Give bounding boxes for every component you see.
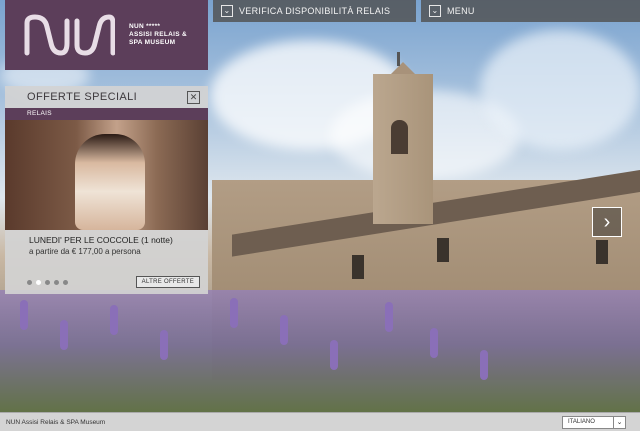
lavender-bloom	[60, 320, 68, 350]
slide-dot[interactable]	[45, 279, 50, 285]
more-offers-button[interactable]: ALTRE OFFERTE	[135, 276, 200, 288]
footer-text: NUN Assisi Relais & SPA Museum	[6, 418, 106, 426]
cloud	[480, 30, 640, 150]
slide-dot[interactable]	[63, 279, 68, 285]
lavender-bloom	[20, 300, 28, 330]
chevron-down-icon: ⌄	[429, 5, 441, 17]
lavender-bloom	[110, 305, 118, 335]
chevron-down-icon: ⌄	[613, 416, 625, 428]
offers-header: OFFERTE SPECIALI ✕	[5, 86, 208, 108]
slide-dot[interactable]	[27, 279, 32, 285]
offer-photo-person	[75, 134, 145, 230]
language-select[interactable]: ITALIANO ⌄	[562, 415, 626, 429]
lavender-bloom	[385, 302, 393, 332]
lavender-bloom	[160, 330, 168, 360]
lavender-bloom	[230, 298, 238, 328]
chevron-right-icon: ›	[603, 210, 611, 233]
bell-window	[391, 120, 408, 154]
window	[437, 238, 449, 262]
window	[352, 255, 364, 279]
lavender-field	[0, 290, 640, 412]
offer-image[interactable]	[5, 120, 208, 230]
offers-title: OFFERTE SPECIALI	[27, 91, 138, 103]
availability-label: VERIFICA DISPONIBILITÀ RELAIS	[239, 6, 391, 16]
close-icon[interactable]: ✕	[187, 90, 200, 104]
offers-footer: ALTRE OFFERTE	[5, 274, 208, 290]
lavender-bloom	[430, 328, 438, 358]
offer-name[interactable]: LUNEDI' PER LE COCCOLE (1 notte)	[5, 230, 208, 245]
lavender-bloom	[480, 350, 488, 380]
menu-label: MENU	[447, 6, 475, 16]
brand-text: NUN ***** ASSISI RELAIS & SPA MUSEUM	[129, 23, 189, 47]
brand-full: ASSISI RELAIS & SPA MUSEUM	[129, 31, 187, 46]
availability-button[interactable]: ⌄ VERIFICA DISPONIBILITÀ RELAIS	[213, 0, 416, 22]
offer-price: a partire da € 177,00 a persona	[29, 247, 141, 256]
slide-dot[interactable]	[54, 279, 59, 285]
language-value: ITALIANO	[568, 419, 595, 425]
lavender-bloom	[280, 315, 288, 345]
lavender-bloom	[330, 340, 338, 370]
offer-category: RELAIS	[5, 108, 208, 120]
chevron-down-icon: ⌄	[221, 5, 233, 17]
slide-dot-active[interactable]	[36, 279, 41, 285]
footer-bar: NUN Assisi Relais & SPA Museum ITALIANO …	[0, 412, 640, 431]
menu-button[interactable]: ⌄ MENU	[421, 0, 640, 22]
brand-logo[interactable]: NUN ***** ASSISI RELAIS & SPA MUSEUM	[5, 0, 208, 70]
next-slide-button[interactable]: ›	[592, 207, 622, 237]
brand-short: NUN *****	[129, 23, 161, 30]
window	[596, 240, 608, 264]
bell-tower-cross	[397, 52, 400, 66]
nun-logo-icon	[24, 14, 115, 56]
special-offers-panel: OFFERTE SPECIALI ✕ RELAIS LUNEDI' PER LE…	[5, 86, 208, 294]
